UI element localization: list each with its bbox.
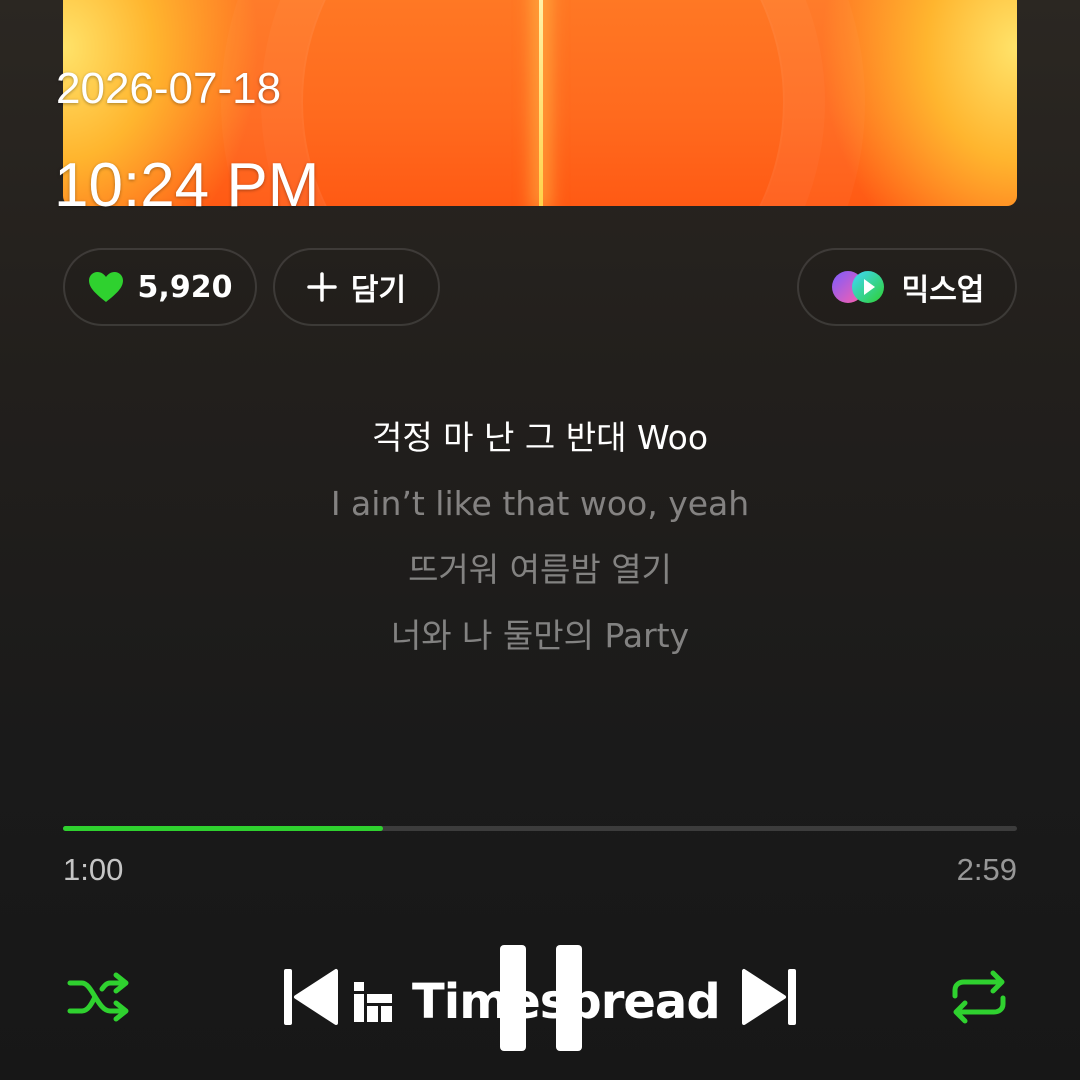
mixup-button[interactable]: 믹스업: [797, 248, 1017, 326]
repeat-icon: [952, 970, 1006, 1024]
like-count: 5,920: [137, 269, 233, 305]
add-label: 담기: [350, 273, 407, 308]
lyric-line[interactable]: 너와 나 둘만의 Party: [0, 608, 1080, 674]
overlay-time: 10:24 PM: [54, 151, 320, 220]
watermark-logo-icon: [352, 980, 394, 1024]
heart-icon: [88, 271, 124, 303]
elapsed-time: 1:00: [63, 852, 124, 887]
repeat-button[interactable]: [943, 966, 1015, 1028]
progress-bar[interactable]: [63, 826, 1017, 831]
add-to-playlist-button[interactable]: 담기: [273, 248, 440, 326]
like-button[interactable]: 5,920: [63, 248, 257, 326]
lyrics-panel[interactable]: 걱정 마 난 그 반대 Woo I ain’t like that woo, y…: [0, 410, 1080, 674]
total-time: 2:59: [956, 852, 1017, 887]
next-button[interactable]: [740, 966, 798, 1028]
watermark-text: Timespread: [412, 974, 721, 1030]
overlay-date: 2026-07-18: [56, 64, 282, 113]
mixup-icon: [830, 268, 888, 306]
lyric-line[interactable]: 뜨거워 여름밤 열기: [0, 542, 1080, 608]
previous-button[interactable]: [282, 966, 340, 1028]
progress-fill: [63, 826, 383, 831]
skip-next-icon: [742, 969, 796, 1025]
skip-previous-icon: [284, 969, 338, 1025]
album-art-beam: [539, 0, 543, 206]
watermark: Timespread: [352, 970, 721, 1034]
lyric-line[interactable]: 걱정 마 난 그 반대 Woo: [0, 410, 1080, 476]
shuffle-button[interactable]: [63, 966, 135, 1028]
lyric-line[interactable]: I ain’t like that woo, yeah: [0, 476, 1080, 542]
album-art-ring: [301, 0, 785, 206]
plus-icon: [307, 272, 337, 302]
shuffle-icon: [67, 972, 129, 1022]
mixup-label: 믹스업: [901, 273, 985, 308]
